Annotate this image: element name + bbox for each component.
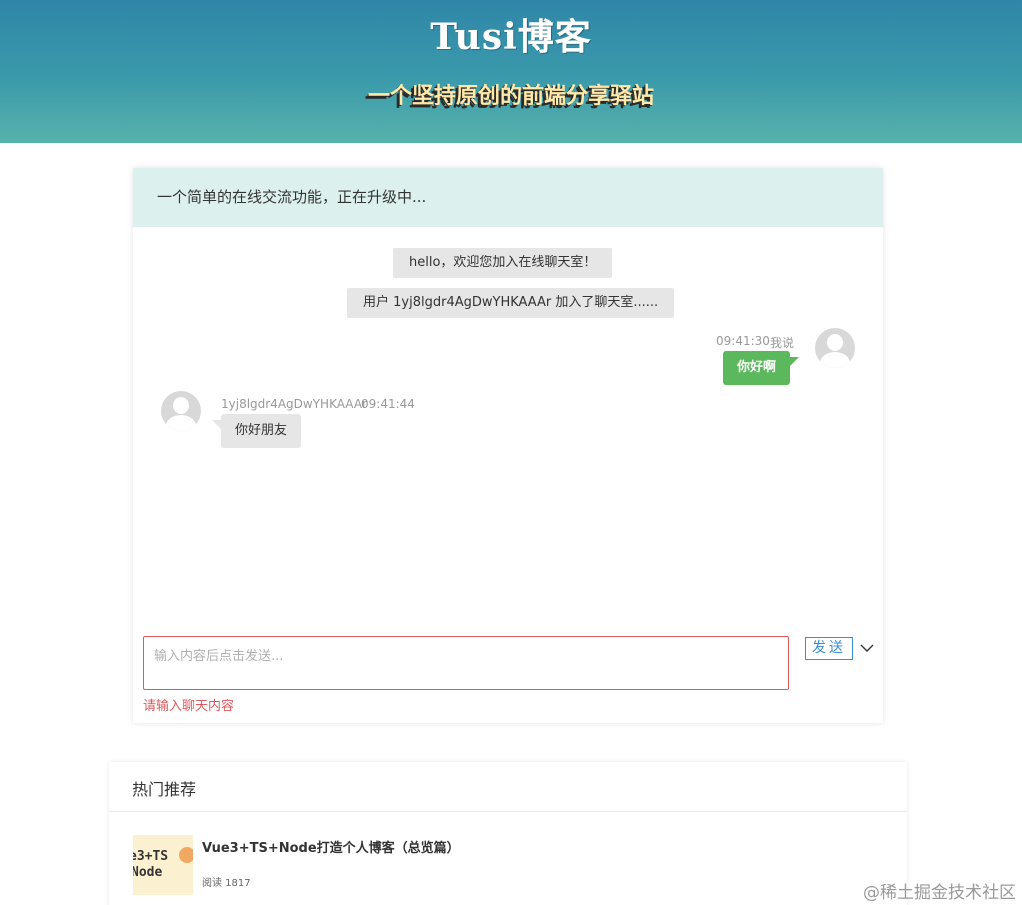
my-message-bubble: 你好啊 [723, 351, 800, 385]
thumbnail-text-line1: e3+TS [133, 849, 169, 864]
thumbnail-decoration [179, 847, 193, 863]
my-message-time: 09:41:30 [716, 334, 770, 348]
article-view-count: 阅读 1817 [202, 878, 251, 889]
send-button[interactable]: 发送 [805, 637, 853, 660]
my-message-author: 我说 [770, 336, 795, 350]
chat-room-card: 一个简单的在线交流功能，正在升级中... hello，欢迎您加入在线聊天室！ 用… [133, 168, 883, 723]
recommend-card: 热门推荐 e3+TS Node Vue3+TS+Node打造个人博客（总览篇） … [109, 762, 907, 905]
article-title-link[interactable]: Vue3+TS+Node打造个人博客（总览篇） [202, 837, 460, 856]
site-header: Tusi博客 一个坚持原创的前端分享驿站 [0, 0, 1022, 143]
other-message-author: 1yj8lgdr4AgDwYHKAAAr [221, 397, 367, 411]
recommend-title: 热门推荐 [132, 780, 197, 799]
article-thumbnail[interactable]: e3+TS Node [133, 835, 193, 895]
watermark: @稀土掘金技术社区 [863, 883, 1016, 903]
thumbnail-text-line2: Node [133, 865, 163, 880]
chat-input[interactable] [143, 636, 789, 690]
site-tagline: 一个坚持原创的前端分享驿站 [367, 84, 654, 109]
other-user-avatar [161, 391, 201, 431]
other-message-bubble: 你好朋友 [211, 414, 302, 448]
system-message-join: 用户 1yj8lgdr4AgDwYHKAAAr 加入了聊天室...... [347, 288, 675, 318]
chevron-down-icon[interactable] [859, 640, 875, 656]
other-message-time: 09:41:44 [361, 397, 415, 411]
chat-notice: 一个简单的在线交流功能，正在升级中... [133, 168, 883, 227]
my-avatar [815, 328, 855, 368]
system-message-welcome: hello，欢迎您加入在线聊天室！ [393, 248, 613, 278]
input-error-message: 请输入聊天内容 [143, 699, 235, 714]
site-logo[interactable]: Tusi博客 [0, 8, 1022, 60]
divider [109, 811, 907, 812]
